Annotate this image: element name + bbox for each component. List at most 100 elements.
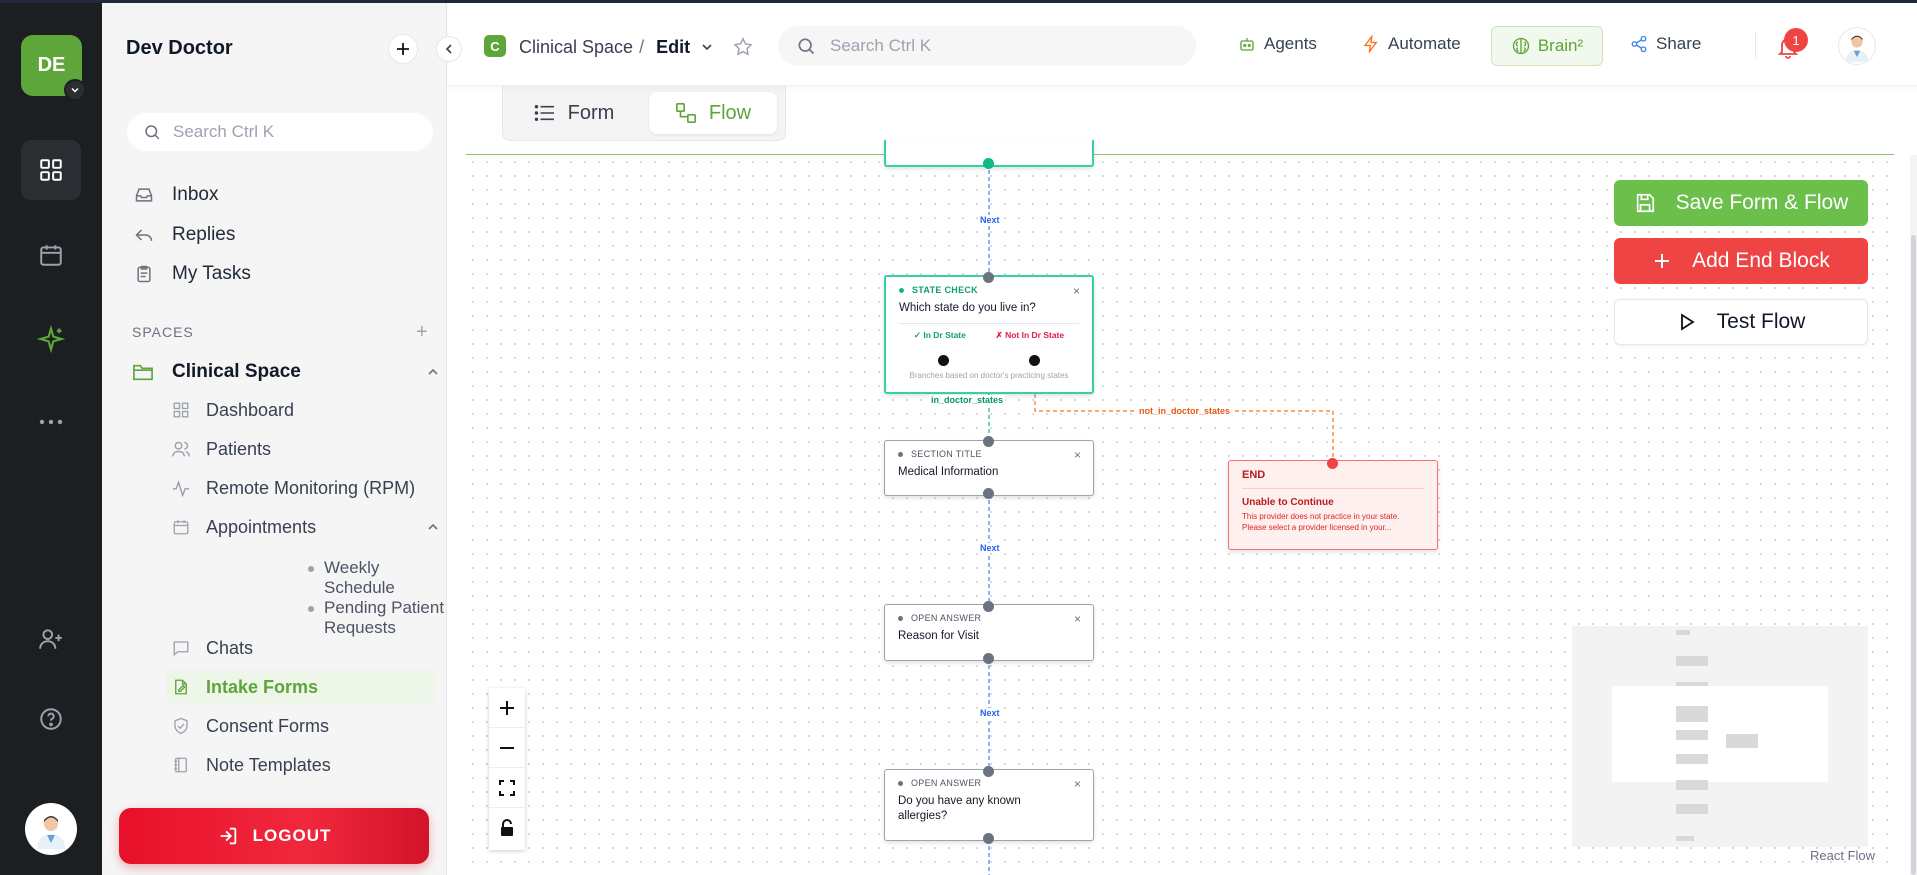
flow-node-state-check[interactable]: STATE CHECK × Which state do you live in… [884,275,1094,394]
lock-button[interactable] [489,808,525,848]
sidebar-item-my-tasks[interactable]: My Tasks [132,259,251,289]
flow-minimap[interactable] [1572,626,1868,847]
sidebar-item-appointments[interactable]: Appointments [166,510,438,544]
automate-label: Automate [1388,34,1461,53]
save-form-flow-button[interactable]: Save Form & Flow [1614,180,1868,226]
node-handle[interactable] [1327,458,1338,469]
zoom-in-button[interactable] [489,688,525,728]
sidebar-item-label: Consent Forms [206,715,330,736]
flow-node-end[interactable]: END Unable to Continue This provider doe… [1228,460,1438,550]
chevron-left-icon [445,44,452,54]
brain-button[interactable]: Brain² [1491,26,1603,66]
node-handle[interactable] [983,272,994,283]
test-flow-button[interactable]: Test Flow [1614,299,1868,345]
notification-badge: 1 [1784,28,1808,52]
node-category: OPEN ANSWER [898,613,1080,623]
node-handle[interactable] [983,488,994,499]
zoom-out-button[interactable] [489,728,525,768]
app-rail: DE [0,3,102,875]
star-icon[interactable] [732,36,754,58]
close-icon[interactable]: × [1073,284,1080,298]
sparkle-icon[interactable] [21,309,81,369]
collapse-sidebar-button[interactable] [436,36,462,62]
minimap-node [1676,836,1694,841]
sidebar-search-input[interactable]: Search Ctrl K [127,113,433,151]
save-icon [1636,193,1654,213]
sidebar-item-label: Dashboard [206,399,295,420]
sidebar-item-rpm[interactable]: Remote Monitoring (RPM) [166,471,436,505]
node-handle[interactable] [983,436,994,447]
sidebar-item-dashboard[interactable]: Dashboard [166,393,436,427]
node-category: STATE CHECK [899,285,1079,295]
chevron-up-icon[interactable] [426,520,440,534]
branch-handle-in[interactable] [938,355,949,366]
close-icon[interactable]: × [1074,448,1081,462]
edge-label-not-in-states: not_in_doctor_states [1137,406,1233,416]
node-handle[interactable] [983,766,994,777]
agents-button[interactable]: Agents [1238,34,1317,54]
bolt-icon [1363,35,1378,53]
node-handle[interactable] [983,158,994,169]
space-badge: C [484,35,506,57]
edge-label-in-states: in_doctor_states [929,395,1006,405]
shield-check-icon [170,717,192,735]
close-icon[interactable]: × [1074,777,1081,791]
bullet-dot [308,606,314,612]
flow-controls [489,688,525,850]
chevron-down-icon[interactable] [700,40,714,54]
plus-icon [500,700,514,715]
logout-icon [220,827,236,845]
more-icon[interactable] [21,392,81,452]
save-label: Save Form & Flow [1675,191,1849,214]
space-clinical[interactable]: Clinical Space [132,357,438,387]
tab-flow[interactable]: Flow [649,92,777,134]
activity-icon [170,479,192,497]
node-handle[interactable] [983,653,994,664]
unlock-icon [501,819,513,836]
breadcrumb[interactable]: Clinical Space / Edit [519,36,754,58]
sidebar-item-chats[interactable]: Chats [166,631,436,665]
add-space-icon[interactable]: + [416,321,428,344]
add-user-icon[interactable] [21,609,81,669]
node-footer: Branches based on doctor's practicing st… [909,370,1069,380]
node-handle[interactable] [983,601,994,612]
sidebar-item-inbox[interactable]: Inbox [132,180,218,210]
edge-label-next: Next [978,543,1002,553]
top-search-input[interactable]: Search Ctrl K [778,26,1196,66]
sidebar: Dev Doctor Search Ctrl K Inbox Replies M… [102,3,447,875]
share-button[interactable]: Share [1630,34,1701,54]
grid-icon[interactable] [21,140,81,200]
add-icon[interactable] [388,34,418,64]
sidebar-item-intake-forms[interactable]: Intake Forms [166,670,436,704]
automate-button[interactable]: Automate [1362,34,1461,54]
logout-button[interactable]: LOGOUT [119,808,429,864]
sidebar-item-consent-forms[interactable]: Consent Forms [166,709,436,743]
help-icon[interactable] [21,689,81,749]
branch-handle-out[interactable] [1029,355,1040,366]
sidebar-item-patients[interactable]: Patients [166,432,436,466]
add-end-block-button[interactable]: Add End Block [1614,238,1868,284]
sidebar-item-weekly-schedule[interactable]: Weekly Schedule [324,558,446,598]
close-icon[interactable]: × [1074,612,1081,626]
profile-avatar[interactable] [1838,27,1876,65]
canvas-top-border [466,154,1894,155]
top-bar: C Clinical Space / Edit Search Ctrl K Ag… [448,3,1917,86]
divider [1242,488,1424,489]
minimap-viewport[interactable] [1612,686,1828,782]
sidebar-item-note-templates[interactable]: Note Templates [166,748,436,782]
calendar-icon [170,518,192,536]
fit-view-button[interactable] [489,768,525,808]
chevron-down-icon[interactable] [64,79,86,101]
tab-form[interactable]: Form [515,92,633,134]
chevron-up-icon[interactable] [426,365,440,379]
react-flow-attribution[interactable]: React Flow [1810,848,1875,863]
end-node-title: END [1242,469,1266,481]
node-handle[interactable] [983,833,994,844]
sidebar-item-replies[interactable]: Replies [132,220,235,250]
flow-node-allergies[interactable]: OPEN ANSWER × Do you have any known alle… [884,769,1094,841]
user-avatar[interactable] [25,803,77,855]
calendar-icon[interactable] [21,225,81,285]
breadcrumb-space[interactable]: Clinical Space [519,37,633,58]
play-icon [1680,313,1695,331]
scrollbar-thumb[interactable] [1911,235,1916,875]
